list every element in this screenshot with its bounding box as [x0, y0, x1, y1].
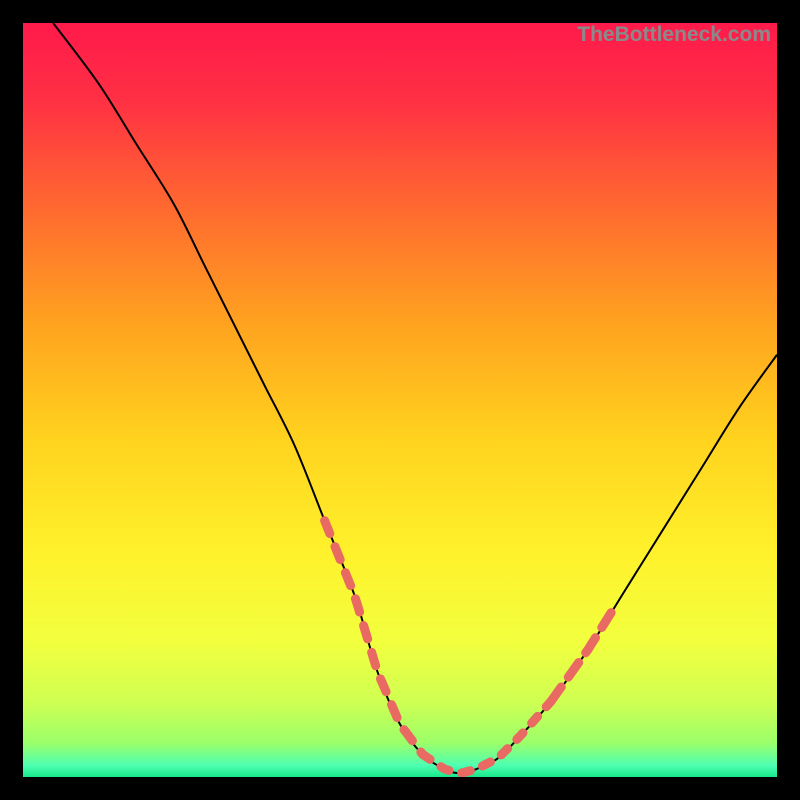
plot-frame: TheBottleneck.com [23, 23, 777, 777]
plot-area: TheBottleneck.com [23, 23, 777, 777]
dash-segment [423, 702, 551, 774]
curve-layer [23, 23, 777, 777]
dash-overlay [325, 521, 612, 774]
dash-segment [325, 521, 423, 755]
dash-segment [551, 613, 611, 702]
bottleneck-curve [53, 23, 777, 773]
